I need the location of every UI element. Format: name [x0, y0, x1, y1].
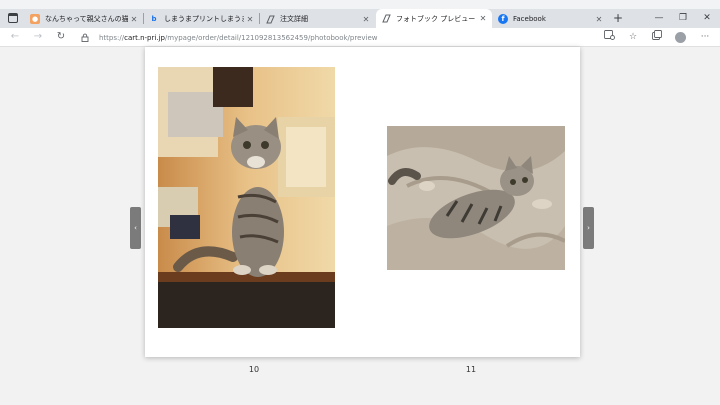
tab-title: フォトブック プレビュー — [396, 14, 476, 23]
close-icon[interactable]: ✕ — [477, 14, 489, 23]
tab-order-detail[interactable]: 注文詳細 ✕ — [260, 10, 375, 28]
profile-avatar[interactable] — [675, 32, 686, 43]
browser-toolbar: ← → ↻ https://cart.n-pri.jp/mypage/order… — [0, 28, 720, 47]
tab-title: なんちゃって親父さんの猫日記 - — [45, 15, 128, 23]
tab-facebook[interactable]: f Facebook ✕ — [493, 10, 608, 28]
page-number-left: 10 — [248, 365, 260, 374]
tab-cat-blog[interactable]: ● なんちゃって親父さんの猫日記 - ✕ — [25, 10, 143, 28]
close-icon[interactable]: ✕ — [244, 15, 256, 24]
facebook-icon: f — [498, 14, 508, 24]
url-scheme: https:// — [99, 33, 125, 42]
page-number-right: 11 — [465, 365, 477, 374]
lock-icon[interactable] — [81, 33, 91, 43]
tab-photobook-preview[interactable]: フォトブック プレビュー ✕ — [376, 9, 492, 28]
url-host: cart.n-pri.jp — [124, 33, 165, 42]
photo-cat-lying — [387, 126, 565, 270]
tab-title: しまうまプリントしまうま - Bing — [164, 15, 244, 23]
photobook-spread — [145, 47, 580, 357]
bing-icon: b — [151, 15, 157, 23]
next-page-button[interactable]: › — [583, 207, 594, 249]
close-icon[interactable]: ✕ — [128, 15, 140, 24]
close-icon[interactable]: ✕ — [593, 15, 605, 24]
new-tab-button[interactable]: + — [611, 11, 625, 25]
tab-bing-search[interactable]: b しまうまプリントしまうま - Bing ✕ — [144, 10, 259, 28]
photo-cat-sitting — [158, 67, 335, 328]
photobook-preview-area: ‹ › 10 11 — [0, 47, 720, 405]
site-permissions-icon[interactable] — [602, 30, 616, 44]
page-icon — [265, 14, 275, 24]
maximize-button[interactable]: ❐ — [673, 10, 693, 26]
forward-arrow-icon[interactable]: → — [31, 30, 45, 44]
address-bar[interactable]: https://cart.n-pri.jp/mypage/order/detai… — [78, 30, 618, 45]
url-path: /mypage/order/detail/121092813562459/pho… — [164, 33, 378, 42]
tab-title: 注文詳細 — [280, 15, 308, 23]
collections-icon[interactable] — [650, 30, 664, 44]
prev-page-button[interactable]: ‹ — [130, 207, 141, 249]
more-menu-icon[interactable]: ··· — [698, 30, 712, 44]
tab-title: Facebook — [513, 15, 546, 23]
page-icon — [381, 14, 391, 24]
close-icon[interactable]: ✕ — [360, 15, 372, 24]
reload-icon[interactable]: ↻ — [54, 30, 68, 44]
back-arrow-icon[interactable]: ← — [8, 30, 22, 44]
blog-icon: ● — [30, 14, 40, 24]
tab-actions-icon[interactable] — [7, 12, 19, 24]
minimize-button[interactable]: — — [649, 10, 669, 26]
favorites-star-icon[interactable]: ☆ — [626, 30, 640, 44]
close-window-button[interactable]: ✕ — [697, 10, 717, 26]
